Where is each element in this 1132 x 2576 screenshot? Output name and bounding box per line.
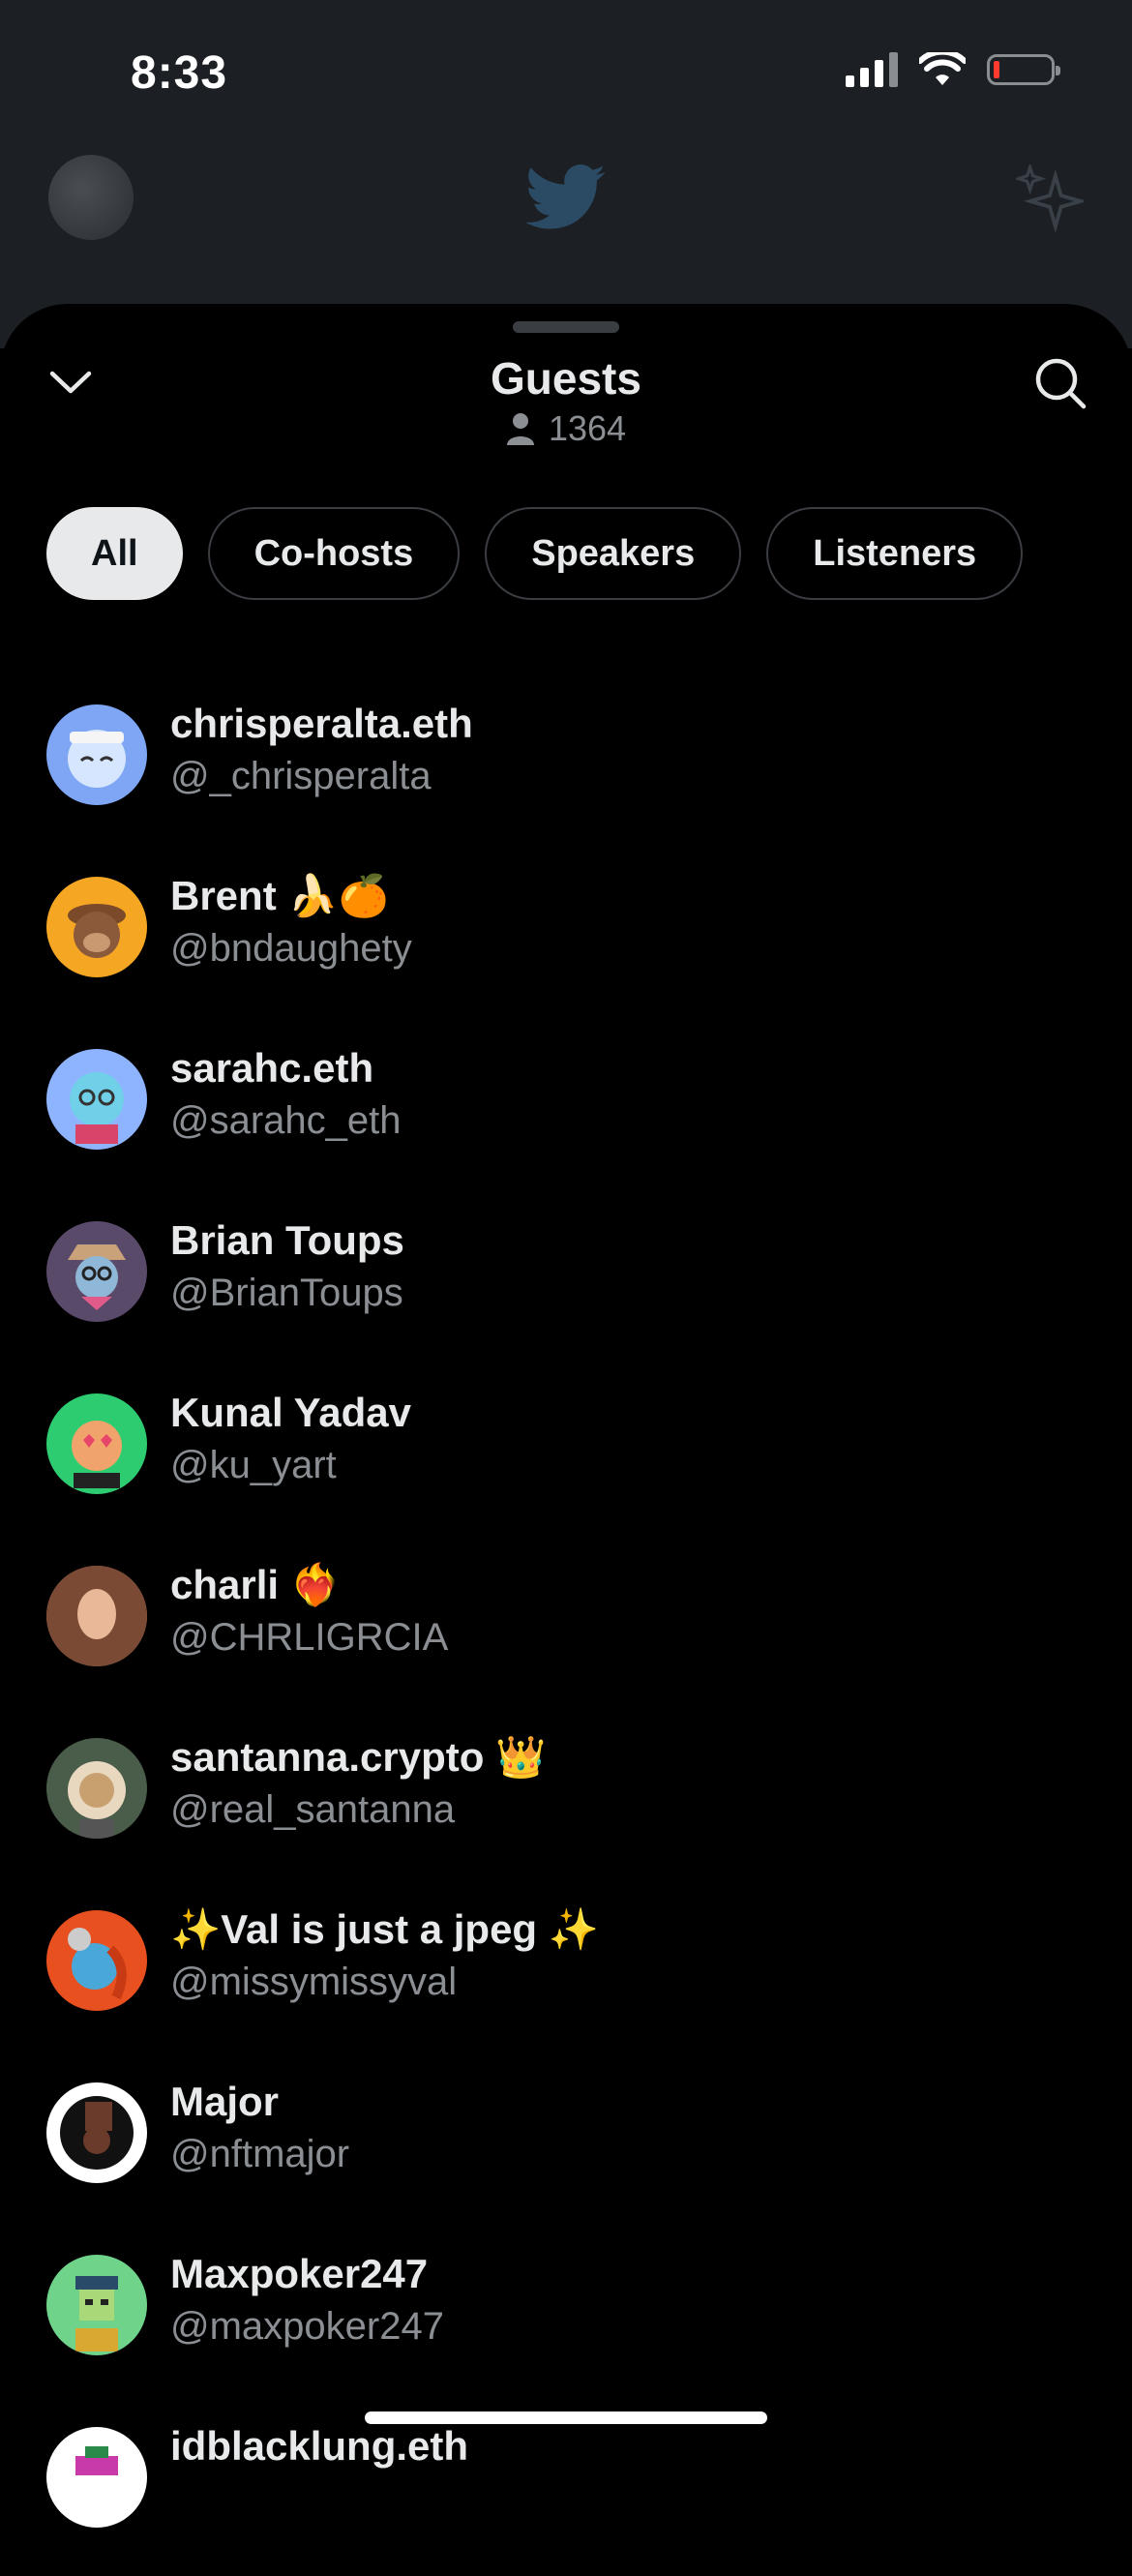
battery-icon: [987, 54, 1060, 85]
guest-name: Brent 🍌🍊: [170, 873, 389, 918]
list-item[interactable]: charli ❤️‍🔥 @CHRLIGRCIA: [0, 1543, 1132, 1715]
status-time: 8:33: [131, 47, 228, 99]
guest-handle: @sarahc_eth: [170, 1099, 402, 1142]
status-icons: [846, 52, 1060, 87]
list-item[interactable]: Kunal Yadav @ku_yart: [0, 1370, 1132, 1543]
guest-name: charli ❤️‍🔥: [170, 1562, 342, 1607]
guest-handle: @bndaughety: [170, 927, 412, 970]
guest-handle: @nftmajor: [170, 2133, 350, 2175]
wifi-icon: [919, 52, 966, 85]
guest-name: Brian Toups: [170, 1217, 404, 1263]
avatar[interactable]: [46, 877, 147, 977]
guest-handle: @maxpoker247: [170, 2305, 444, 2348]
tab-speakers[interactable]: Speakers: [485, 507, 742, 600]
twitter-bird-icon: [525, 165, 606, 229]
tab-all[interactable]: All: [46, 507, 183, 600]
avatar[interactable]: [46, 1910, 147, 2011]
guest-name: chrisperalta.eth: [170, 701, 473, 746]
guest-name: ✨Val is just a jpeg ✨: [170, 1906, 600, 1952]
tab-listeners[interactable]: Listeners: [766, 507, 1024, 600]
list-item[interactable]: santanna.crypto 👑 @real_santanna: [0, 1715, 1132, 1887]
cellular-signal-icon: [846, 52, 898, 87]
guest-name: Major: [170, 2079, 280, 2124]
avatar[interactable]: [46, 2255, 147, 2355]
background-header: 8:33: [0, 0, 1132, 348]
profile-avatar[interactable]: [48, 155, 134, 240]
guest-name: Maxpoker247: [170, 2251, 429, 2296]
avatar[interactable]: [46, 1566, 147, 1666]
avatar[interactable]: [46, 2082, 147, 2183]
sparkle-icon[interactable]: [1016, 165, 1084, 232]
filter-tabs: All Co-hosts Speakers Listeners: [46, 507, 1024, 600]
sheet-title: Guests: [491, 353, 641, 404]
guest-name: idblacklung.eth: [170, 2423, 469, 2469]
guest-handle: @real_santanna: [170, 1788, 456, 1831]
guest-handle: @CHRLIGRCIA: [170, 1616, 449, 1659]
list-item[interactable]: Major @nftmajor: [0, 2059, 1132, 2232]
avatar[interactable]: [46, 1393, 147, 1494]
guest-name: sarahc.eth: [170, 1045, 374, 1091]
avatar[interactable]: [46, 704, 147, 805]
avatar[interactable]: [46, 1738, 147, 1839]
guest-count-value: 1364: [548, 408, 627, 448]
guest-handle: @_chrisperalta: [170, 755, 432, 797]
guest-name: Kunal Yadav: [170, 1390, 412, 1435]
list-item[interactable]: chrisperalta.eth @_chrisperalta: [0, 681, 1132, 854]
sheet-grabber[interactable]: [513, 321, 619, 333]
search-icon[interactable]: [1031, 354, 1089, 412]
list-item[interactable]: Maxpoker247 @maxpoker247: [0, 2232, 1132, 2404]
guests-sheet: Guests 1364 All Co-hosts Speakers Listen…: [0, 304, 1132, 2528]
list-item[interactable]: Brian Toups @BrianToups: [0, 1198, 1132, 1370]
avatar[interactable]: [46, 1221, 147, 1322]
guest-handle: @missymissyval: [170, 1961, 458, 2003]
person-icon: [506, 413, 534, 445]
list-item[interactable]: ✨Val is just a jpeg ✨ @missymissyval: [0, 1887, 1132, 2059]
guest-handle: @BrianToups: [170, 1272, 403, 1314]
list-item[interactable]: sarahc.eth @sarahc_eth: [0, 1026, 1132, 1198]
avatar[interactable]: [46, 2427, 147, 2528]
guest-list: chrisperalta.eth @_chrisperalta Brent 🍌🍊…: [0, 681, 1132, 2576]
guest-name: santanna.crypto 👑: [170, 1734, 547, 1780]
home-indicator[interactable]: [365, 2411, 767, 2424]
avatar[interactable]: [46, 1049, 147, 1150]
list-item[interactable]: idblacklung.eth: [0, 2404, 1132, 2576]
list-item[interactable]: Brent 🍌🍊 @bndaughety: [0, 854, 1132, 1026]
guest-handle: @ku_yart: [170, 1444, 337, 1486]
tab-co-hosts[interactable]: Co-hosts: [207, 507, 461, 600]
guest-count: 1364: [0, 408, 1132, 449]
